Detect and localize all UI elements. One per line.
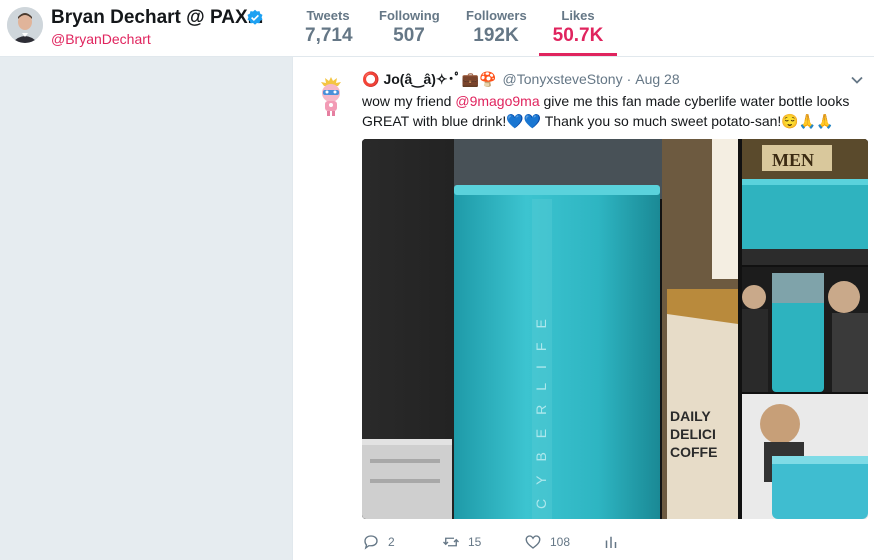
- thumb-photo-2: [742, 267, 868, 392]
- separator-dot: ·: [626, 71, 632, 87]
- mug-text-2: DELICI: [670, 426, 716, 442]
- like-button[interactable]: 108: [524, 533, 570, 551]
- stat-likes[interactable]: Likes 50.7K: [539, 8, 617, 47]
- profile-avatar[interactable]: [7, 7, 43, 43]
- tweet-text-part: Thank you so much sweet potato-san!😌🙏🙏: [541, 113, 834, 129]
- mug-text-1: DAILY: [670, 408, 711, 424]
- like-count: 108: [550, 535, 571, 549]
- verified-badge-icon: [247, 9, 263, 25]
- profile-header: Bryan Dechart @ PAX... @BryanDechart Twe…: [0, 0, 874, 57]
- heart-icon: [525, 535, 541, 549]
- stat-value: 50.7K: [552, 25, 604, 46]
- stat-value: 192K: [473, 25, 519, 46]
- tweet-author-avatar[interactable]: [307, 71, 355, 119]
- media-photo-main[interactable]: DAILY DELICI COFFE CYBERLIFE: [362, 139, 738, 519]
- bottle-photo: DAILY DELICI COFFE CYBERLIFE: [362, 139, 738, 519]
- cartoon-avatar-icon: [321, 77, 341, 116]
- tweet-author-handle[interactable]: @TonyxsteveStony: [503, 71, 623, 87]
- stat-label: Tweets: [306, 8, 350, 23]
- analytics-button[interactable]: [602, 533, 620, 551]
- tweet-text-part: wow my friend: [362, 93, 456, 109]
- tweet-text: wow my friend @9mago9ma give me this fan…: [362, 91, 862, 131]
- tweet-date[interactable]: Aug 28: [635, 71, 679, 87]
- user-avatar-icon: [7, 7, 43, 43]
- mention-link[interactable]: @9mago9ma: [455, 93, 539, 109]
- thumb-photo-3: [742, 394, 868, 519]
- stat-label: Following: [379, 8, 440, 23]
- analytics-icon: [605, 536, 617, 548]
- tweet-author-name[interactable]: Jo(â‿â)✧･ﾟ💼🍄: [383, 69, 496, 89]
- profile-handle[interactable]: @BryanDechart: [51, 31, 151, 47]
- stat-tweets[interactable]: Tweets 7,714: [305, 8, 353, 47]
- reply-button[interactable]: 2: [362, 533, 395, 551]
- thumb-sign-text: MEN: [772, 150, 814, 170]
- media-photo-thumb-2[interactable]: [742, 267, 868, 392]
- retweet-icon: [443, 537, 459, 547]
- profile-name[interactable]: Bryan Dechart @ PAX...: [51, 7, 263, 29]
- media-photo-thumb-3[interactable]: [742, 394, 868, 519]
- tweet-card[interactable]: ⭕ Jo(â‿â)✧･ﾟ💼🍄 @TonyxsteveStony · Aug 28…: [292, 57, 874, 560]
- reply-count: 2: [388, 535, 395, 549]
- stat-value: 507: [393, 25, 425, 46]
- stat-following[interactable]: Following 507: [379, 8, 440, 47]
- stat-label: Followers: [466, 8, 527, 23]
- retweet-button[interactable]: 15: [442, 533, 481, 551]
- media-photo-thumb-1[interactable]: MEN: [742, 139, 868, 265]
- reply-icon: [364, 535, 378, 550]
- chevron-down-icon[interactable]: [850, 73, 864, 87]
- tweet-media-grid: DAILY DELICI COFFE CYBERLIFE MEN: [362, 139, 868, 519]
- stat-followers[interactable]: Followers 192K: [466, 8, 527, 47]
- name-prefix: ⭕: [362, 70, 380, 87]
- stat-label: Likes: [561, 8, 595, 23]
- active-tab-indicator: [539, 53, 617, 56]
- retweet-count: 15: [468, 535, 482, 549]
- blue-heart-emoji: 💙💙: [506, 113, 542, 129]
- tweet-header: ⭕ Jo(â‿â)✧･ﾟ💼🍄 @TonyxsteveStony · Aug 28: [362, 69, 680, 89]
- stat-value: 7,714: [305, 25, 353, 46]
- bottle-text: CYBERLIFE: [533, 305, 549, 509]
- mug-text-3: COFFE: [670, 444, 717, 460]
- thumb-photo-1: MEN: [742, 139, 868, 265]
- tweet-actions: 2 15 108: [362, 533, 762, 555]
